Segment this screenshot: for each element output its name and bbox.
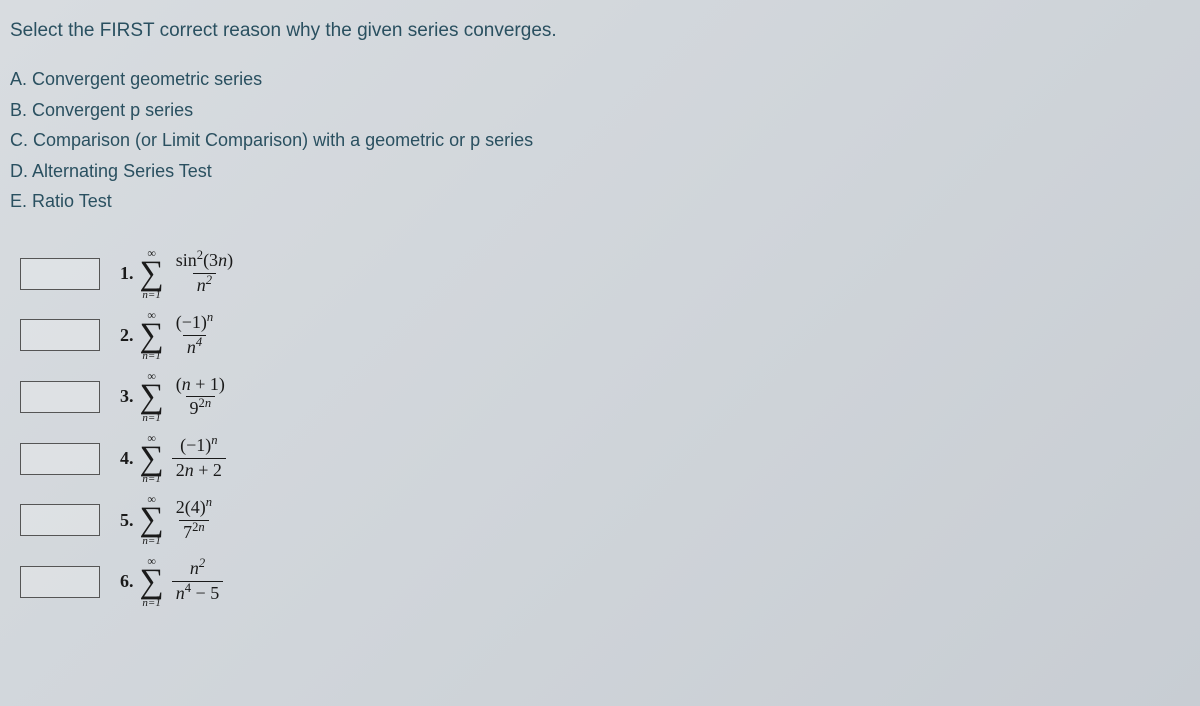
numerator: sin2(3n) xyxy=(172,251,237,273)
problem-number: 2. xyxy=(120,325,134,346)
problem-6: 6. ∞ ∑ n=1 n2 n4 − 5 xyxy=(120,555,223,609)
sigma-lower: n=1 xyxy=(142,413,160,424)
sigma-icon: ∑ xyxy=(140,259,164,290)
fraction: 2(4)n 72n xyxy=(172,498,216,543)
problem-3: 3. ∞ ∑ n=1 (n + 1) 92n xyxy=(120,370,229,424)
fraction: sin2(3n) n2 xyxy=(172,251,237,296)
numerator: 2(4)n xyxy=(172,498,216,520)
problem-4: 4. ∞ ∑ n=1 (−1)n 2n + 2 xyxy=(120,432,226,486)
problem-row-5: 5. ∞ ∑ n=1 2(4)n 72n xyxy=(20,493,1190,547)
problems-list: 1. ∞ ∑ n=1 sin2(3n) n2 2. ∞ ∑ n=1 (−1)n … xyxy=(20,247,1190,609)
denominator: 92n xyxy=(186,396,216,419)
fraction: (n + 1) 92n xyxy=(172,375,229,420)
denominator: n4 − 5 xyxy=(172,581,223,604)
sigma-lower: n=1 xyxy=(142,351,160,362)
problem-row-3: 3. ∞ ∑ n=1 (n + 1) 92n xyxy=(20,370,1190,424)
fraction: (−1)n n4 xyxy=(172,313,217,358)
problem-row-6: 6. ∞ ∑ n=1 n2 n4 − 5 xyxy=(20,555,1190,609)
sigma-icon: ∑ xyxy=(140,321,164,352)
numerator: (−1)n xyxy=(176,436,221,458)
answer-input-1[interactable] xyxy=(20,258,100,290)
problem-number: 1. xyxy=(120,263,134,284)
problem-number: 3. xyxy=(120,386,134,407)
answer-input-4[interactable] xyxy=(20,443,100,475)
sigma-lower: n=1 xyxy=(142,598,160,609)
sigma-notation: ∞ ∑ n=1 xyxy=(140,309,164,363)
numerator: (−1)n xyxy=(172,313,217,335)
option-d: D. Alternating Series Test xyxy=(10,156,1190,187)
option-b: B. Convergent p series xyxy=(10,95,1190,126)
instruction-text: Select the FIRST correct reason why the … xyxy=(10,20,1190,42)
answer-input-5[interactable] xyxy=(20,504,100,536)
options-list: A. Convergent geometric series B. Conver… xyxy=(10,64,1190,217)
denominator: n2 xyxy=(193,273,216,296)
sigma-icon: ∑ xyxy=(140,382,164,413)
answer-input-6[interactable] xyxy=(20,566,100,598)
sigma-notation: ∞ ∑ n=1 xyxy=(140,555,164,609)
problem-number: 4. xyxy=(120,448,134,469)
option-a: A. Convergent geometric series xyxy=(10,64,1190,95)
answer-input-2[interactable] xyxy=(20,319,100,351)
denominator: n4 xyxy=(183,335,206,358)
fraction: n2 n4 − 5 xyxy=(172,559,223,604)
problem-row-1: 1. ∞ ∑ n=1 sin2(3n) n2 xyxy=(20,247,1190,301)
option-c: C. Comparison (or Limit Comparison) with… xyxy=(10,125,1190,156)
problem-1: 1. ∞ ∑ n=1 sin2(3n) n2 xyxy=(120,247,237,301)
denominator: 72n xyxy=(179,520,209,543)
fraction: (−1)n 2n + 2 xyxy=(172,436,226,481)
sigma-icon: ∑ xyxy=(140,567,164,598)
answer-input-3[interactable] xyxy=(20,381,100,413)
sigma-notation: ∞ ∑ n=1 xyxy=(140,370,164,424)
problem-row-2: 2. ∞ ∑ n=1 (−1)n n4 xyxy=(20,309,1190,363)
sigma-notation: ∞ ∑ n=1 xyxy=(140,493,164,547)
numerator: n2 xyxy=(186,559,209,581)
sigma-notation: ∞ ∑ n=1 xyxy=(140,432,164,486)
denominator: 2n + 2 xyxy=(172,458,226,481)
problem-2: 2. ∞ ∑ n=1 (−1)n n4 xyxy=(120,309,217,363)
sigma-notation: ∞ ∑ n=1 xyxy=(140,247,164,301)
problem-5: 5. ∞ ∑ n=1 2(4)n 72n xyxy=(120,493,216,547)
problem-number: 6. xyxy=(120,571,134,592)
problem-number: 5. xyxy=(120,510,134,531)
sigma-lower: n=1 xyxy=(142,474,160,485)
sigma-icon: ∑ xyxy=(140,444,164,475)
sigma-icon: ∑ xyxy=(140,505,164,536)
sigma-lower: n=1 xyxy=(142,290,160,301)
sigma-lower: n=1 xyxy=(142,536,160,547)
option-e: E. Ratio Test xyxy=(10,186,1190,217)
problem-row-4: 4. ∞ ∑ n=1 (−1)n 2n + 2 xyxy=(20,432,1190,486)
numerator: (n + 1) xyxy=(172,375,229,397)
